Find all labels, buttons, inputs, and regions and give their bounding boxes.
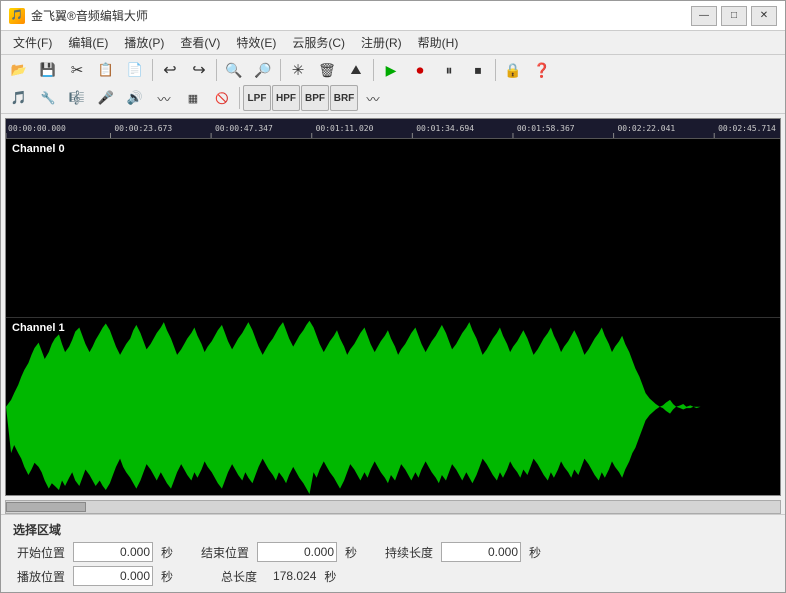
undo-button[interactable]: ↩ [156, 57, 184, 83]
svg-text:00:00:47.347: 00:00:47.347 [215, 124, 273, 133]
svg-text:00:01:34.694: 00:01:34.694 [416, 124, 474, 133]
menu-edit[interactable]: 编辑(E) [60, 32, 116, 53]
duration-input[interactable] [441, 542, 521, 562]
eq-button[interactable]: 〰 [359, 85, 387, 111]
duration-label: 持续长度 [381, 544, 433, 561]
help-button[interactable]: ❓ [528, 57, 556, 83]
close-button[interactable]: ✕ [751, 6, 777, 26]
duration-unit: 秒 [529, 544, 541, 561]
info-rows: 开始位置 秒 结束位置 秒 持续长度 秒 播放位置 秒 总长度 178.024 … [13, 542, 773, 586]
play-pos-label: 播放位置 [13, 568, 65, 585]
select-all-button[interactable]: ✳ [284, 57, 312, 83]
separator-6 [239, 87, 240, 109]
mic-button[interactable]: 🎤 [92, 85, 120, 111]
svg-text:00:01:11.020: 00:01:11.020 [316, 124, 374, 133]
menu-cloud[interactable]: 云服务(C) [284, 32, 353, 53]
channels-container: Channel 0 // Generate waveform path Chan… [6, 139, 780, 495]
lpf-button[interactable]: LPF [243, 85, 271, 111]
zoom-in-button[interactable]: 🔍 [220, 57, 248, 83]
toolbar-row-2: 🎵 🔧 🎼 🎤 🔊 〰 ▦ 🚫 LPF HPF BPF BRF 〰 [5, 85, 781, 111]
channel-1-label: Channel 1 [12, 322, 65, 334]
speaker-button[interactable]: 🔊 [121, 85, 149, 111]
mix-button[interactable]: 🎵 [5, 85, 33, 111]
open-button[interactable]: 📂 [5, 57, 33, 83]
end-pos-unit: 秒 [345, 544, 357, 561]
separator-2 [216, 59, 217, 81]
menu-play[interactable]: 播放(P) [116, 32, 172, 53]
wave-button[interactable]: 〰 [150, 85, 178, 111]
stop-button[interactable]: ⏹ [464, 57, 492, 83]
minimize-button[interactable]: — [691, 6, 717, 26]
menu-effects[interactable]: 特效(E) [228, 32, 284, 53]
svg-text:00:02:22.041: 00:02:22.041 [617, 124, 675, 133]
spectrum-button[interactable]: ▦ [179, 85, 207, 111]
waveform-area: 00:00:00.000 00:00:23.673 00:00:47.347 0… [5, 118, 781, 496]
save-button[interactable]: 💾 [34, 57, 62, 83]
separator-4 [373, 59, 374, 81]
pause-button[interactable]: ⏸ [435, 57, 463, 83]
separator-1 [152, 59, 153, 81]
zoom-out-button[interactable]: 🔍 [249, 57, 277, 83]
app-icon: 🎵 [9, 8, 25, 24]
window-title: 金飞翼®音频编辑大师 [31, 7, 148, 24]
total-length-unit: 秒 [324, 568, 336, 585]
channel-1: Channel 1 [6, 318, 780, 496]
svg-text:00:01:58.367: 00:01:58.367 [517, 124, 575, 133]
svg-text:00:00:23.673: 00:00:23.673 [114, 124, 172, 133]
channel-0: Channel 0 // Generate waveform path [6, 139, 780, 318]
window-controls: — □ ✕ [691, 6, 777, 26]
channel-0-label: Channel 0 [12, 143, 65, 155]
separator-3 [280, 59, 281, 81]
channel-1-waveform [6, 318, 780, 496]
hpf-button[interactable]: HPF [272, 85, 300, 111]
timeline: 00:00:00.000 00:00:23.673 00:00:47.347 0… [6, 119, 780, 139]
play-button[interactable]: ▶ [377, 57, 405, 83]
delete-button[interactable]: 🗑 [313, 57, 341, 83]
end-pos-label: 结束位置 [197, 544, 249, 561]
mute-button[interactable]: 🚫 [208, 85, 236, 111]
title-bar: 🎵 金飞翼®音频编辑大师 — □ ✕ [1, 1, 785, 31]
total-length-value: 178.024 [273, 569, 316, 583]
svg-text:00:00:00.000: 00:00:00.000 [8, 124, 66, 133]
menu-view[interactable]: 查看(V) [172, 32, 228, 53]
start-pos-input[interactable] [73, 542, 153, 562]
menu-bar: 文件(F) 编辑(E) 播放(P) 查看(V) 特效(E) 云服务(C) 注册(… [1, 31, 785, 55]
end-pos-input[interactable] [257, 542, 337, 562]
play-pos-unit: 秒 [161, 568, 173, 585]
maximize-button[interactable]: □ [721, 6, 747, 26]
toolbar-row-1: 📂 💾 ✂ 📋 📄 ↩ ↪ 🔍 🔍 ✳ 🗑 ⛰ ▶ ⏺ ⏸ ⏹ 🔒 ❓ [5, 57, 781, 83]
total-length-label: 总长度 [205, 568, 257, 585]
brf-button[interactable]: BRF [330, 85, 358, 111]
toolbar: 📂 💾 ✂ 📋 📄 ↩ ↪ 🔍 🔍 ✳ 🗑 ⛰ ▶ ⏺ ⏸ ⏹ 🔒 ❓ 🎵 [1, 55, 785, 114]
title-left: 🎵 金飞翼®音频编辑大师 [9, 7, 148, 24]
record-button[interactable]: ⏺ [406, 57, 434, 83]
start-pos-unit: 秒 [161, 544, 173, 561]
start-pos-label: 开始位置 [13, 544, 65, 561]
info-row-1: 开始位置 秒 结束位置 秒 持续长度 秒 [13, 542, 773, 562]
normalize-button[interactable]: ⛰ [342, 57, 370, 83]
main-window: 🎵 金飞翼®音频编辑大师 — □ ✕ 文件(F) 编辑(E) 播放(P) 查看(… [0, 0, 786, 593]
channel-0-waveform: // Generate waveform path [6, 139, 780, 317]
copy-button[interactable]: 📋 [92, 57, 120, 83]
tools-button[interactable]: 🔧 [34, 85, 62, 111]
bpf-button[interactable]: BPF [301, 85, 329, 111]
horizontal-scrollbar[interactable] [5, 500, 781, 514]
menu-help[interactable]: 帮助(H) [410, 32, 467, 53]
play-pos-input[interactable] [73, 566, 153, 586]
selection-title: 选择区域 [13, 521, 773, 538]
menu-register[interactable]: 注册(R) [353, 32, 410, 53]
info-panel: 选择区域 开始位置 秒 结束位置 秒 持续长度 秒 播放位置 秒 总长度 178… [1, 514, 785, 592]
score-button[interactable]: 🎼 [63, 85, 91, 111]
cut-button[interactable]: ✂ [63, 57, 91, 83]
svg-text:00:02:45.714: 00:02:45.714 [718, 124, 776, 133]
scrollbar-thumb[interactable] [6, 502, 86, 512]
redo-button[interactable]: ↪ [185, 57, 213, 83]
timeline-svg: 00:00:00.000 00:00:23.673 00:00:47.347 0… [6, 119, 780, 139]
paste-button[interactable]: 📄 [121, 57, 149, 83]
info-row-2: 播放位置 秒 总长度 178.024 秒 [13, 566, 773, 586]
lock-button[interactable]: 🔒 [499, 57, 527, 83]
separator-5 [495, 59, 496, 81]
menu-file[interactable]: 文件(F) [5, 32, 60, 53]
